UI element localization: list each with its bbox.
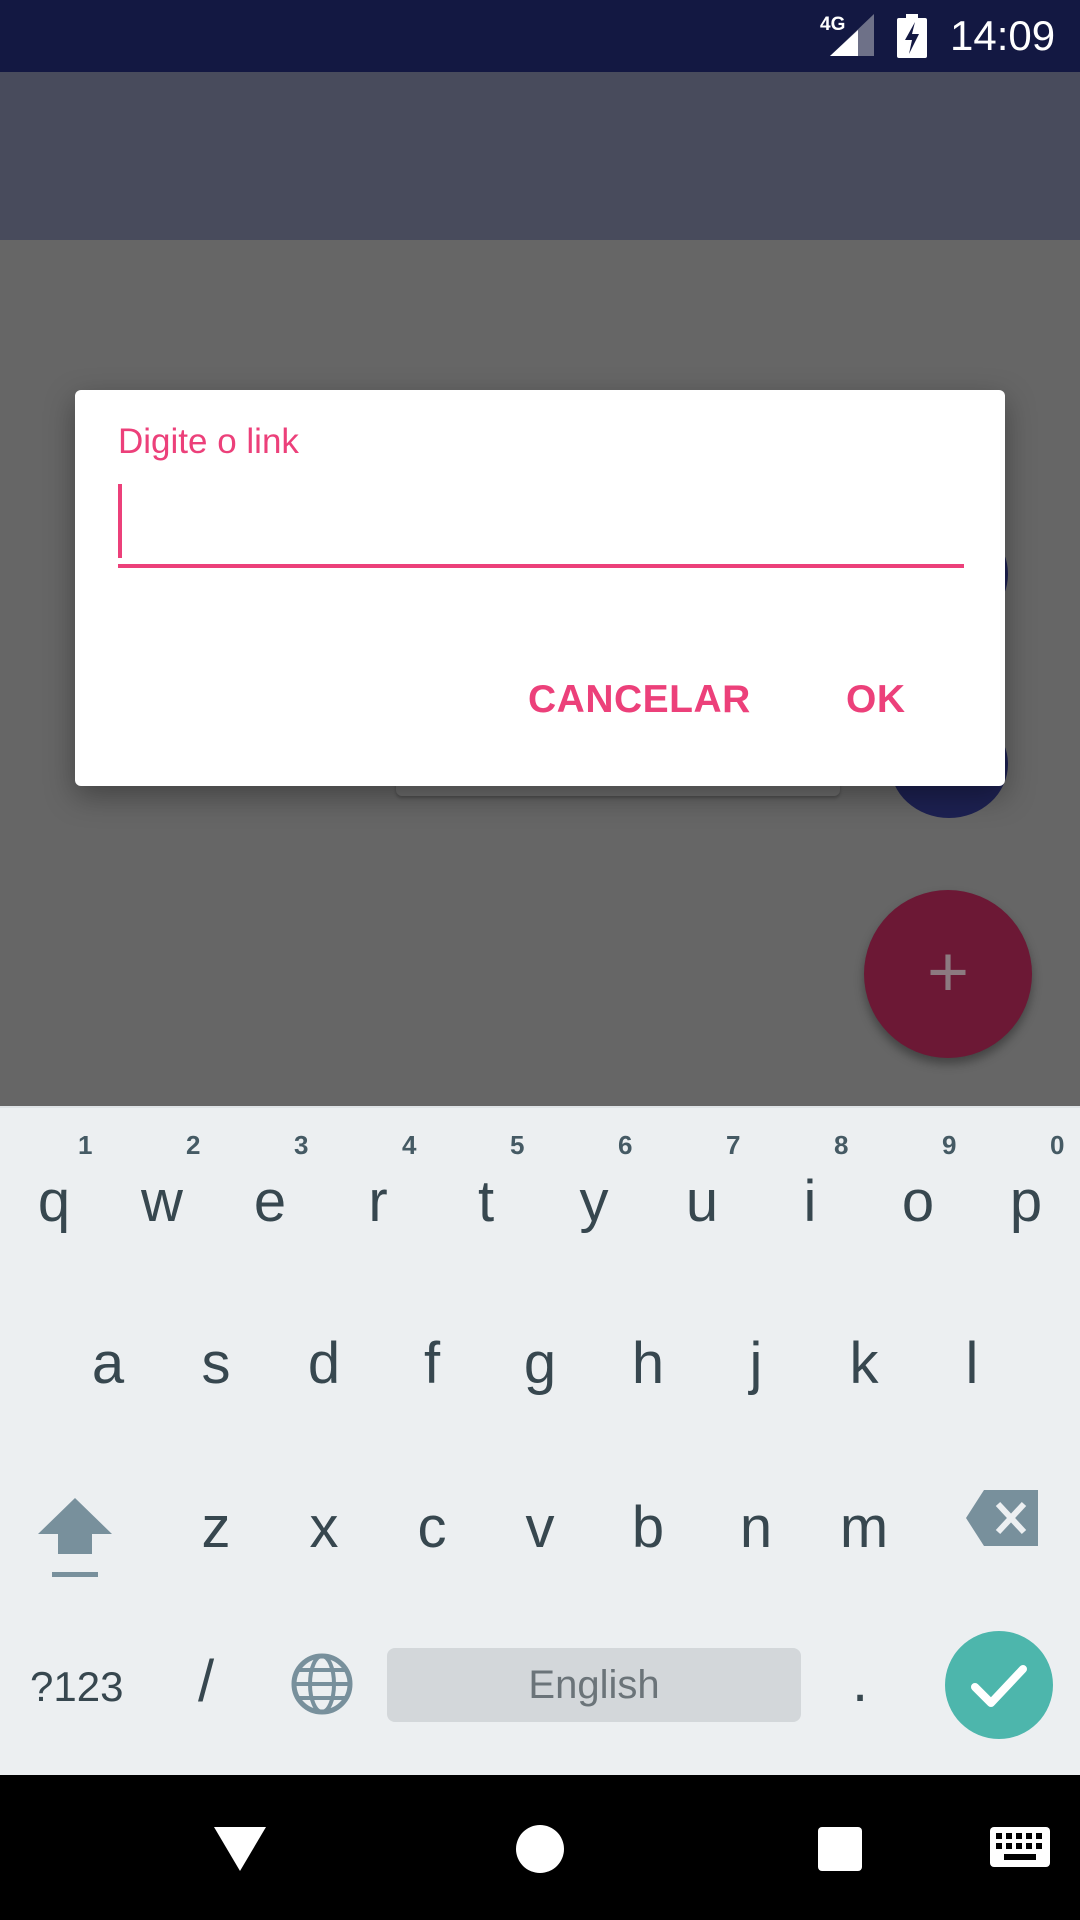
key-l[interactable]: l [918, 1330, 1026, 1397]
status-bar: 4G 14:09 [0, 0, 1080, 72]
key-b[interactable]: b [594, 1494, 702, 1561]
period-key[interactable]: . [852, 1648, 868, 1715]
app-bar [0, 72, 1080, 240]
shift-key-icon[interactable] [30, 1488, 120, 1588]
key-label: u [685, 1169, 719, 1234]
slash-key[interactable]: / [198, 1648, 214, 1715]
key-y[interactable]: y [540, 1168, 648, 1235]
key-o[interactable]: o [864, 1168, 972, 1235]
ok-button[interactable]: OK [846, 678, 906, 722]
check-icon [971, 1665, 1027, 1707]
key-hint-num: 5 [510, 1130, 525, 1160]
clock: 14:09 [950, 12, 1056, 59]
key-label: w [141, 1169, 183, 1234]
key-s[interactable]: s [162, 1330, 270, 1397]
key-hint-num: 2 [186, 1130, 201, 1160]
globe-icon[interactable] [290, 1652, 354, 1716]
key-m[interactable]: m [810, 1494, 918, 1561]
key-x[interactable]: x [270, 1494, 378, 1561]
key-z[interactable]: z [162, 1494, 270, 1561]
signal-icon [830, 14, 874, 56]
key-i[interactable]: i [756, 1168, 864, 1235]
back-icon[interactable] [214, 1827, 266, 1871]
key-hint-num: 1 [78, 1130, 93, 1160]
key-hint-num: 8 [834, 1130, 849, 1160]
key-h[interactable]: h [594, 1330, 702, 1397]
battery-charging-icon [897, 14, 927, 58]
key-d[interactable]: d [270, 1330, 378, 1397]
key-hint-num: 4 [402, 1130, 417, 1160]
key-t[interactable]: t [432, 1168, 540, 1235]
soft-keyboard: q 1 w 2 e 3 r 4 t 5 y 6 u 7 i 8 o 9 p 0 … [0, 1106, 1080, 1775]
link-input[interactable] [118, 482, 964, 568]
link-dialog: Digite o link CANCELAR OK [75, 390, 1005, 786]
key-hint-num: 0 [1050, 1130, 1065, 1160]
key-label: q [37, 1169, 71, 1234]
key-hint-num: 9 [942, 1130, 957, 1160]
navigation-bar [0, 1775, 1080, 1920]
text-cursor [118, 484, 122, 558]
key-g[interactable]: g [486, 1330, 594, 1397]
key-v[interactable]: v [486, 1494, 594, 1561]
key-n[interactable]: n [702, 1494, 810, 1561]
space-bar[interactable]: English [387, 1648, 801, 1722]
key-u[interactable]: u [648, 1168, 756, 1235]
key-k[interactable]: k [810, 1330, 918, 1397]
key-label: p [1009, 1169, 1043, 1234]
key-hint-num: 3 [294, 1130, 309, 1160]
recents-icon[interactable] [818, 1827, 862, 1871]
key-a[interactable]: a [54, 1330, 162, 1397]
link-field-label: Digite o link [118, 422, 299, 461]
enter-key[interactable] [945, 1631, 1053, 1739]
key-hint-num: 7 [726, 1130, 741, 1160]
key-r[interactable]: r [324, 1168, 432, 1235]
key-label: y [579, 1169, 609, 1234]
key-label: i [803, 1169, 817, 1234]
key-j[interactable]: j [702, 1330, 810, 1397]
symbols-key[interactable]: ?123 [30, 1663, 123, 1711]
backspace-key-icon[interactable] [966, 1486, 1042, 1550]
key-c[interactable]: c [378, 1494, 486, 1561]
key-label: o [901, 1169, 935, 1234]
add-fab-button: + [864, 890, 1032, 1058]
key-f[interactable]: f [378, 1330, 486, 1397]
key-w[interactable]: w [108, 1168, 216, 1235]
key-label: t [477, 1169, 495, 1234]
key-hint-num: 6 [618, 1130, 633, 1160]
key-p[interactable]: p [972, 1168, 1080, 1235]
home-icon[interactable] [516, 1825, 564, 1873]
key-label: e [253, 1169, 287, 1234]
key-e[interactable]: e [216, 1168, 324, 1235]
plus-icon: + [926, 932, 970, 1013]
cancel-button[interactable]: CANCELAR [528, 678, 751, 722]
key-q[interactable]: q [0, 1168, 108, 1235]
keyboard-switch-icon[interactable] [990, 1827, 1050, 1871]
key-label: r [368, 1169, 388, 1234]
